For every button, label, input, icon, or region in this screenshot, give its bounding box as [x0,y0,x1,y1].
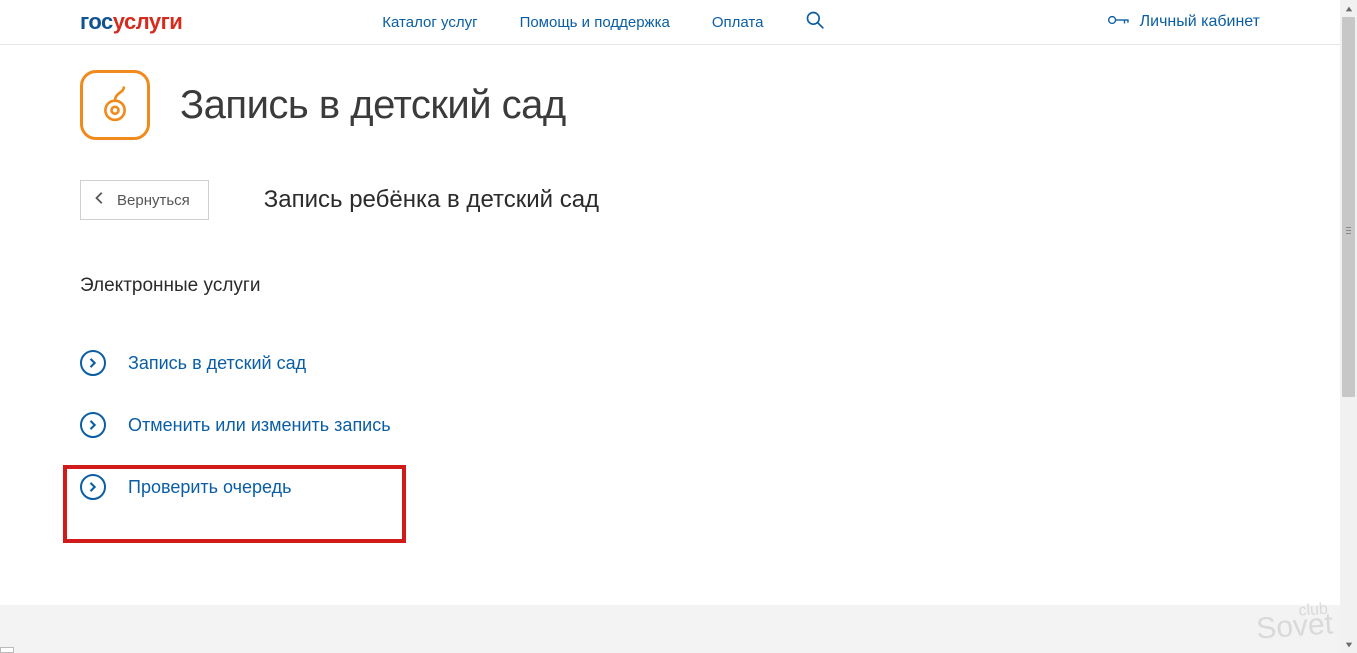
service-link-check-queue[interactable]: Проверить очередь [80,456,1260,518]
scrollbar-thumb[interactable] [1342,17,1355,397]
page-title: Запись в детский сад [180,83,566,128]
scroll-down-button[interactable] [1340,636,1357,653]
nav-pay[interactable]: Оплата [712,14,764,31]
service-list: Запись в детский сад Отменить или измени… [80,332,1260,518]
back-button[interactable]: Вернуться [80,180,209,220]
arrow-right-circle-icon [80,412,106,438]
arrow-right-circle-icon [80,474,106,500]
scrollbar-track[interactable] [1340,17,1357,636]
status-bar-url [0,647,14,653]
service-subtitle: Запись ребёнка в детский сад [264,186,599,214]
service-link-change[interactable]: Отменить или изменить запись [80,394,1260,456]
service-link-enroll[interactable]: Запись в детский сад [80,332,1260,394]
service-category-icon [80,70,150,140]
chevron-left-icon [93,191,107,209]
vertical-scrollbar[interactable] [1340,0,1357,653]
nav-help[interactable]: Помощь и поддержка [520,14,670,31]
cabinet-link[interactable]: Личный кабинет [1108,13,1260,32]
nav-catalog[interactable]: Каталог услуг [382,14,477,31]
footer-area [0,605,1340,653]
scroll-up-button[interactable] [1340,0,1357,17]
section-heading: Электронные услуги [80,275,1260,297]
main-nav: Каталог услуг Помощь и поддержка Оплата [382,10,825,34]
key-icon [1108,13,1130,32]
arrow-right-circle-icon [80,350,106,376]
search-icon[interactable] [805,10,825,34]
site-logo[interactable]: госуслуги [80,9,182,35]
